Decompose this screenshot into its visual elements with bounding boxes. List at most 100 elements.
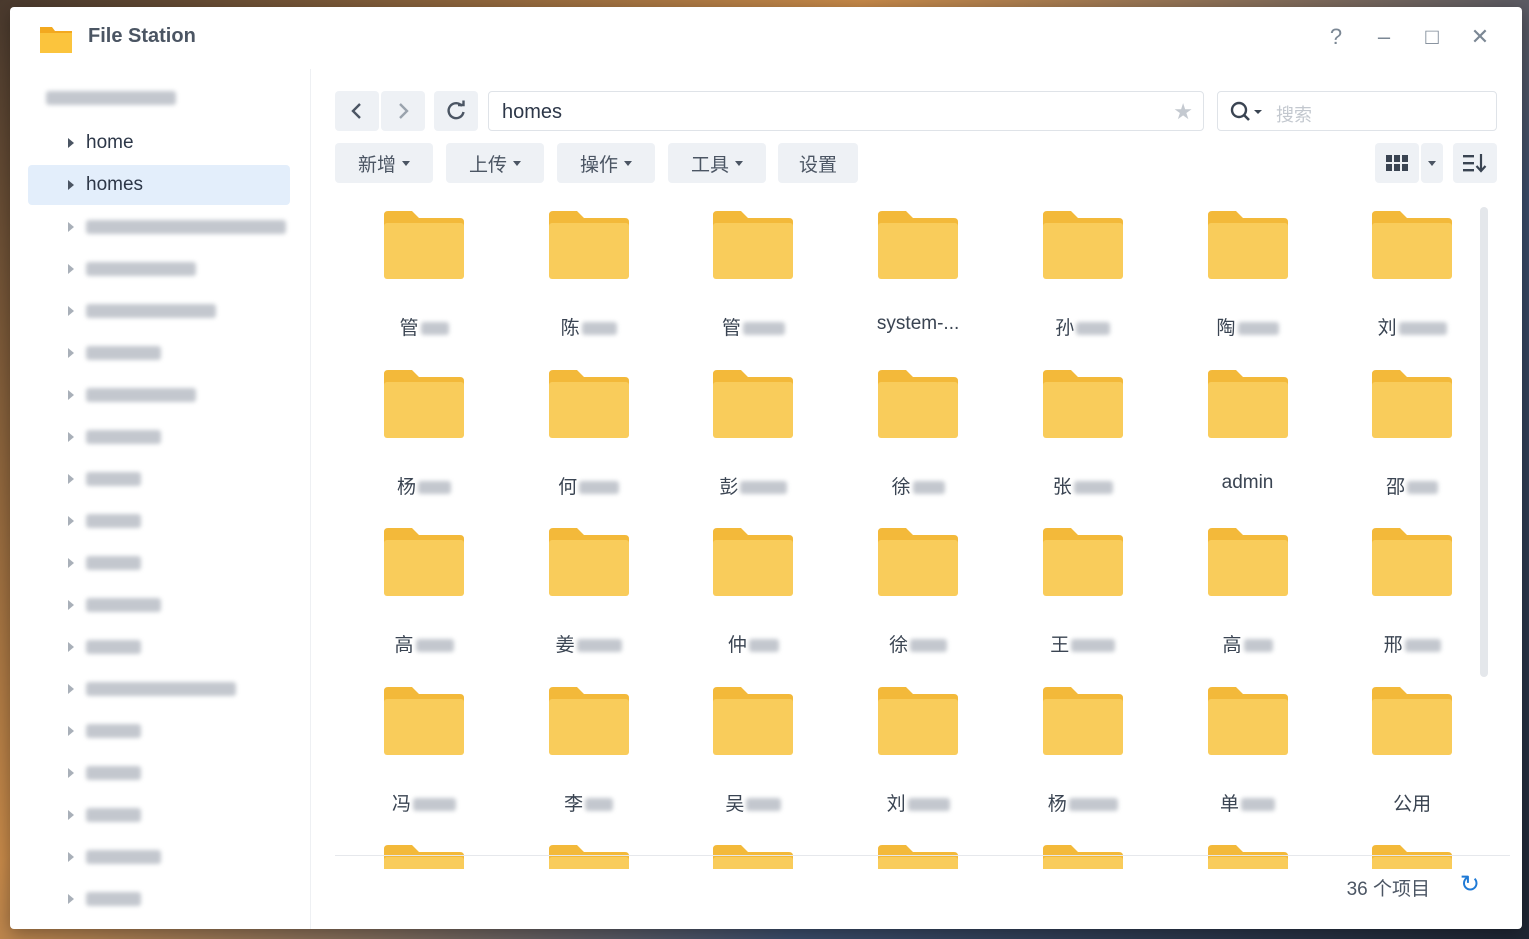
view-mode-button[interactable]	[1375, 143, 1419, 183]
folder-item[interactable]: 高	[349, 516, 499, 666]
folder-item[interactable]: 孙	[1008, 199, 1158, 349]
expand-arrow-icon[interactable]	[68, 222, 74, 232]
expand-arrow-icon[interactable]	[68, 600, 74, 610]
folder-item[interactable]: 彭	[678, 358, 828, 508]
folder-item[interactable]: 邵	[1337, 358, 1473, 508]
sidebar-item-redacted[interactable]	[28, 795, 290, 835]
expand-arrow-icon[interactable]	[68, 558, 74, 568]
sidebar-item-homes[interactable]: homes	[28, 165, 290, 205]
expand-arrow-icon[interactable]	[68, 768, 74, 778]
folder-label: 管	[349, 313, 499, 340]
folder-item[interactable]: 王	[1008, 516, 1158, 666]
upload-button[interactable]: 上传	[446, 143, 544, 183]
view-mode-dropdown[interactable]	[1421, 143, 1443, 183]
folder-item[interactable]: 杨	[349, 358, 499, 508]
expand-arrow-icon[interactable]	[68, 264, 74, 274]
search-input[interactable]: 搜索	[1217, 91, 1497, 131]
sidebar-item-redacted[interactable]	[28, 207, 290, 247]
sidebar-item-redacted[interactable]	[28, 711, 290, 751]
folder-name: 王	[1050, 635, 1070, 656]
tools-button[interactable]: 工具	[668, 143, 766, 183]
folder-item[interactable]: 陶	[1173, 199, 1323, 349]
upload-button-label: 上传	[468, 154, 507, 176]
folder-item[interactable]: 公用	[1337, 675, 1473, 825]
sidebar-item-redacted[interactable]	[28, 291, 290, 331]
folder-item[interactable]: 吴	[678, 675, 828, 825]
folder-item[interactable]: 何	[514, 358, 664, 508]
sidebar-item-redacted[interactable]	[28, 249, 290, 289]
expand-arrow-icon[interactable]	[68, 138, 74, 148]
expand-arrow-icon[interactable]	[68, 726, 74, 736]
settings-button[interactable]: 设置	[778, 143, 858, 183]
expand-arrow-icon[interactable]	[68, 306, 74, 316]
folder-item[interactable]: 管	[678, 199, 828, 349]
minimize-button[interactable]: –	[1368, 21, 1400, 53]
sidebar-item-redacted[interactable]	[28, 333, 290, 373]
tree-root-blurred[interactable]	[46, 91, 206, 111]
folder-item[interactable]: 陈	[514, 199, 664, 349]
sidebar-item-redacted[interactable]	[28, 375, 290, 415]
folder-item[interactable]: 刘	[843, 675, 993, 825]
folder-icon	[1207, 211, 1288, 279]
expand-arrow-icon[interactable]	[68, 642, 74, 652]
folder-icon	[1042, 528, 1123, 596]
folder-item[interactable]: 仲	[678, 516, 828, 666]
sidebar-item-redacted[interactable]	[28, 543, 290, 583]
folder-item[interactable]: system-...	[843, 199, 993, 349]
search-placeholder: 搜索	[1276, 105, 1312, 125]
sidebar-item-redacted[interactable]	[28, 753, 290, 793]
sidebar-item-redacted[interactable]	[28, 417, 290, 457]
scrollbar-thumb[interactable]	[1480, 207, 1488, 677]
sidebar-item-home[interactable]: home	[28, 123, 290, 163]
folder-item[interactable]: 单	[1173, 675, 1323, 825]
folder-name: 邢	[1383, 635, 1403, 656]
sidebar-item-redacted[interactable]	[28, 459, 290, 499]
folder-item[interactable]: 冯	[349, 675, 499, 825]
folder-name: 孙	[1055, 318, 1075, 339]
folder-label: 姜	[514, 630, 664, 657]
favorite-star-icon[interactable]: ★	[1173, 99, 1193, 125]
expand-arrow-icon[interactable]	[68, 180, 74, 190]
expand-arrow-icon[interactable]	[68, 810, 74, 820]
folder-item[interactable]: 徐	[843, 358, 993, 508]
redacted-text	[1073, 480, 1113, 494]
folder-item[interactable]: 张	[1008, 358, 1158, 508]
new-button[interactable]: 新增	[335, 143, 433, 183]
expand-arrow-icon[interactable]	[68, 474, 74, 484]
expand-arrow-icon[interactable]	[68, 684, 74, 694]
path-bar[interactable]: homes ★	[488, 91, 1204, 131]
sidebar-item-redacted[interactable]	[28, 837, 290, 877]
sidebar-item-redacted[interactable]	[28, 501, 290, 541]
action-button[interactable]: 操作	[557, 143, 655, 183]
folder-item[interactable]: 杨	[1008, 675, 1158, 825]
folder-item[interactable]: 徐	[843, 516, 993, 666]
back-button[interactable]	[335, 91, 379, 131]
vertical-scrollbar[interactable]	[1480, 207, 1490, 677]
refresh-icon[interactable]: ↻	[1460, 870, 1480, 899]
folder-item[interactable]: 管	[349, 199, 499, 349]
maximize-button[interactable]: □	[1416, 21, 1448, 53]
folder-item[interactable]: 高	[1173, 516, 1323, 666]
expand-arrow-icon[interactable]	[68, 894, 74, 904]
folder-item[interactable]: 邢	[1337, 516, 1473, 666]
folder-item[interactable]: 李	[514, 675, 664, 825]
sort-button[interactable]	[1453, 143, 1497, 183]
refresh-button[interactable]	[434, 91, 478, 131]
expand-arrow-icon[interactable]	[68, 432, 74, 442]
folder-item[interactable]: admin	[1173, 358, 1323, 508]
expand-arrow-icon[interactable]	[68, 516, 74, 526]
sidebar-item-redacted[interactable]	[28, 585, 290, 625]
search-icon[interactable]	[1230, 101, 1264, 123]
expand-arrow-icon[interactable]	[68, 390, 74, 400]
folder-name: 管	[399, 318, 419, 339]
sidebar-item-redacted[interactable]	[28, 627, 290, 667]
expand-arrow-icon[interactable]	[68, 348, 74, 358]
expand-arrow-icon[interactable]	[68, 852, 74, 862]
close-button[interactable]: ✕	[1464, 21, 1496, 53]
sidebar-item-redacted[interactable]	[28, 669, 290, 709]
folder-item[interactable]: 刘	[1337, 199, 1473, 349]
help-button[interactable]: ?	[1320, 21, 1352, 53]
sidebar-item-redacted[interactable]	[28, 879, 290, 919]
forward-button[interactable]	[381, 91, 425, 131]
folder-item[interactable]: 姜	[514, 516, 664, 666]
